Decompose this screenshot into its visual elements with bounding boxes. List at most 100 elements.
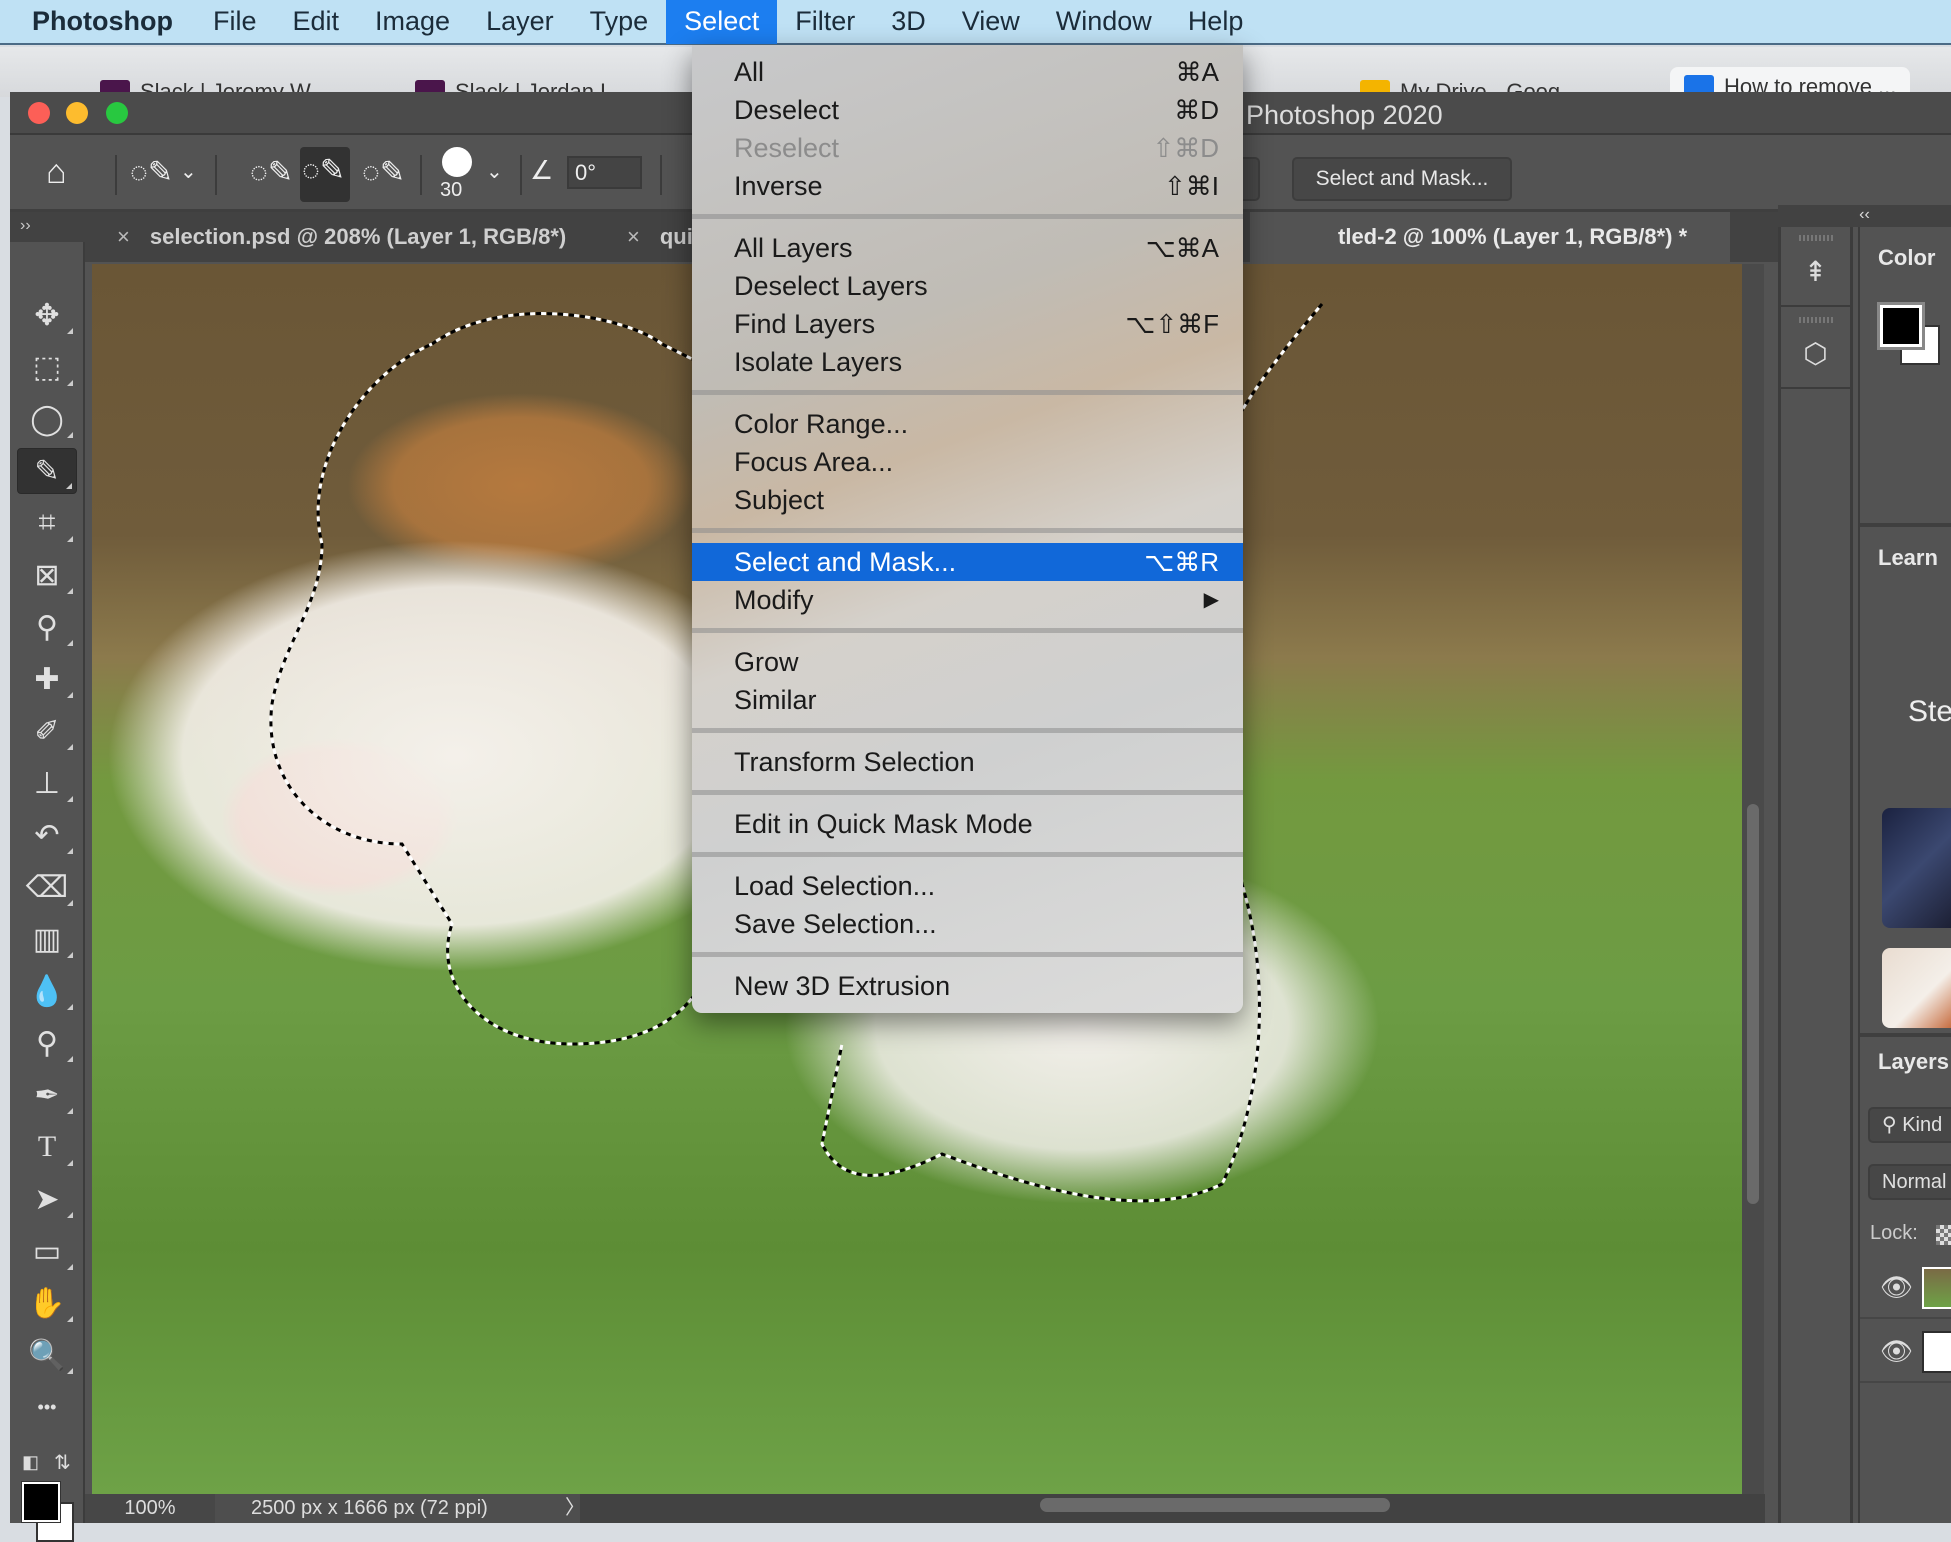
panel-icon-dock: ⇞ ⬡ bbox=[1778, 227, 1853, 1523]
blend-mode-select[interactable]: Normal bbox=[1868, 1164, 1951, 1200]
marquee-tool-icon[interactable]: ⬚ bbox=[17, 344, 77, 390]
menu-edit[interactable]: Edit bbox=[275, 0, 358, 44]
menu-image[interactable]: Image bbox=[357, 0, 468, 44]
layer-row-background[interactable]: 👁 bbox=[1860, 1321, 1951, 1383]
menu-view[interactable]: View bbox=[944, 0, 1038, 44]
layer-thumbnail bbox=[1922, 1267, 1951, 1309]
chevron-down-icon[interactable]: ⌄ bbox=[486, 159, 503, 184]
menu-item-label: New 3D Extrusion bbox=[734, 971, 951, 1001]
menu-select[interactable]: Select bbox=[666, 0, 778, 44]
lock-transparency-icon[interactable] bbox=[1936, 1225, 1951, 1245]
select-and-mask-button[interactable]: Select and Mask... bbox=[1292, 157, 1512, 201]
dock-collapse-button[interactable]: ‹‹ bbox=[1778, 205, 1951, 227]
menu-item-new-3d-extrusion[interactable]: New 3D Extrusion bbox=[692, 967, 1243, 1005]
doc-tab-selection[interactable]: × selection.psd @ 208% (Layer 1, RGB/8*) bbox=[97, 212, 627, 262]
menu-item-isolate-layers[interactable]: Isolate Layers bbox=[692, 343, 1243, 381]
vertical-scroll-thumb[interactable] bbox=[1747, 804, 1759, 1204]
vertical-scrollbar[interactable] bbox=[1742, 264, 1764, 1494]
color-panel-title[interactable]: Color bbox=[1878, 245, 1935, 271]
angle-input[interactable]: 0° bbox=[567, 156, 642, 189]
visibility-eye-icon[interactable]: 👁 bbox=[1880, 1272, 1913, 1303]
quick-selection-tool-icon[interactable]: ✎ bbox=[17, 448, 77, 494]
menu-item-edit-in-quick-mask-mode[interactable]: Edit in Quick Mask Mode bbox=[692, 805, 1243, 843]
menu-item-load-selection[interactable]: Load Selection... bbox=[692, 867, 1243, 905]
eyedropper-tool-icon[interactable]: ⚲ bbox=[17, 604, 77, 650]
layers-panel-title[interactable]: Layers bbox=[1878, 1049, 1949, 1075]
learn-tutorial-thumbnail[interactable] bbox=[1882, 948, 1951, 1028]
healing-brush-tool-icon[interactable]: ✚ bbox=[17, 656, 77, 702]
subtract-from-selection-icon[interactable]: ◌✎ bbox=[362, 155, 405, 190]
dodge-tool-icon[interactable]: ⚲ bbox=[17, 1020, 77, 1066]
foreground-color-swatch[interactable] bbox=[21, 1481, 61, 1523]
menu-item-subject[interactable]: Subject bbox=[692, 481, 1243, 519]
visibility-eye-icon[interactable]: 👁 bbox=[1880, 1336, 1913, 1367]
gradient-tool-icon[interactable]: ▥ bbox=[17, 916, 77, 962]
menu-item-inverse[interactable]: Inverse ⇧⌘I bbox=[692, 167, 1243, 205]
pen-tool-icon[interactable]: ✒ bbox=[17, 1072, 77, 1118]
menu-filter[interactable]: Filter bbox=[777, 0, 873, 44]
home-icon[interactable]: ⌂ bbox=[46, 153, 67, 192]
default-colors-icon[interactable]: ◧ bbox=[22, 1452, 39, 1473]
menu-item-focus-area[interactable]: Focus Area... bbox=[692, 443, 1243, 481]
menu-item-save-selection[interactable]: Save Selection... bbox=[692, 905, 1243, 943]
lasso-tool-icon[interactable]: ◯ bbox=[17, 396, 77, 442]
close-tab-icon[interactable]: × bbox=[627, 224, 640, 250]
learn-tutorial-thumbnail[interactable] bbox=[1882, 808, 1951, 928]
menu-item-label: All bbox=[734, 57, 765, 87]
doc-tab-untitled-2[interactable]: tled-2 @ 100% (Layer 1, RGB/8*) * bbox=[1250, 212, 1730, 262]
close-tab-icon[interactable]: × bbox=[117, 224, 130, 250]
quick-selection-preset-icon[interactable]: ◌✎ bbox=[130, 155, 173, 190]
menu-file[interactable]: File bbox=[195, 0, 275, 44]
layer-kind-filter[interactable]: ⚲ Kind bbox=[1868, 1107, 1951, 1143]
horizontal-scroll-thumb[interactable] bbox=[1040, 1498, 1390, 1512]
panel-foreground-color-swatch[interactable] bbox=[1877, 302, 1925, 350]
close-window-button[interactable] bbox=[28, 102, 50, 124]
menu-item-find-layers[interactable]: Find Layers ⌥⇧⌘F bbox=[692, 305, 1243, 343]
doc-info-arrow-icon[interactable]: 〉 bbox=[565, 1494, 585, 1523]
eraser-tool-icon[interactable]: ⌫ bbox=[17, 864, 77, 910]
menu-layer[interactable]: Layer bbox=[468, 0, 572, 44]
menu-item-transform-selection[interactable]: Transform Selection bbox=[692, 743, 1243, 781]
history-panel-icon[interactable]: ⇞ bbox=[1781, 227, 1850, 307]
brush-tool-icon[interactable]: ✐ bbox=[17, 708, 77, 754]
learn-panel-title[interactable]: Learn bbox=[1878, 545, 1938, 571]
hand-tool-icon[interactable]: ✋ bbox=[17, 1280, 77, 1326]
menu-window[interactable]: Window bbox=[1038, 0, 1170, 44]
menu-item-modify[interactable]: Modify ▶ bbox=[692, 581, 1243, 619]
3d-panel-icon[interactable]: ⬡ bbox=[1781, 309, 1850, 389]
menu-item-grow[interactable]: Grow bbox=[692, 643, 1243, 681]
brush-preview-icon[interactable] bbox=[442, 147, 472, 177]
path-selection-tool-icon[interactable]: ➤ bbox=[17, 1176, 77, 1222]
menu-item-deselect-layers[interactable]: Deselect Layers bbox=[692, 267, 1243, 305]
menu-item-deselect[interactable]: Deselect ⌘D bbox=[692, 91, 1243, 129]
menu-type[interactable]: Type bbox=[572, 0, 667, 44]
crop-tool-icon[interactable]: ⌗ bbox=[17, 500, 77, 546]
rectangle-tool-icon[interactable]: ▭ bbox=[17, 1228, 77, 1274]
maximize-window-button[interactable] bbox=[106, 102, 128, 124]
zoom-level[interactable]: 100% bbox=[85, 1494, 215, 1523]
menu-item-similar[interactable]: Similar bbox=[692, 681, 1243, 719]
clone-stamp-tool-icon[interactable]: ⊥ bbox=[17, 760, 77, 806]
menu-item-select-and-mask[interactable]: Select and Mask... ⌥⌘R bbox=[692, 543, 1243, 581]
blur-tool-icon[interactable]: 💧 bbox=[17, 968, 77, 1014]
minimize-window-button[interactable] bbox=[66, 102, 88, 124]
menu-app-photoshop[interactable]: Photoshop bbox=[0, 0, 195, 44]
type-tool-icon[interactable]: T bbox=[17, 1124, 77, 1170]
menu-3d[interactable]: 3D bbox=[873, 0, 944, 44]
new-selection-icon[interactable]: ◌✎ bbox=[250, 155, 293, 190]
menu-item-all-layers[interactable]: All Layers ⌥⌘A bbox=[692, 229, 1243, 267]
menu-item-color-range[interactable]: Color Range... bbox=[692, 405, 1243, 443]
add-to-selection-icon[interactable]: ◌✎ bbox=[300, 147, 350, 202]
history-brush-tool-icon[interactable]: ↶ bbox=[17, 812, 77, 858]
move-tool-icon[interactable]: ✥ bbox=[17, 292, 77, 338]
chevron-down-icon[interactable]: ⌄ bbox=[180, 159, 197, 184]
swap-colors-icon[interactable]: ⇅ bbox=[54, 1450, 71, 1475]
select-menu-dropdown: All ⌘A Deselect ⌘D Reselect ⇧⌘D Inverse ⇧⌘I All … bbox=[692, 45, 1243, 1013]
menu-item-all[interactable]: All ⌘A bbox=[692, 53, 1243, 91]
menu-help[interactable]: Help bbox=[1170, 0, 1262, 44]
toolbox-collapse-button[interactable]: ›› bbox=[10, 212, 85, 242]
layer-row-layer-1[interactable]: 👁 bbox=[1860, 1257, 1951, 1319]
frame-tool-icon[interactable]: ⊠ bbox=[17, 552, 77, 598]
edit-toolbar-icon[interactable]: ••• bbox=[17, 1384, 77, 1430]
zoom-tool-icon[interactable]: 🔍 bbox=[17, 1332, 77, 1378]
